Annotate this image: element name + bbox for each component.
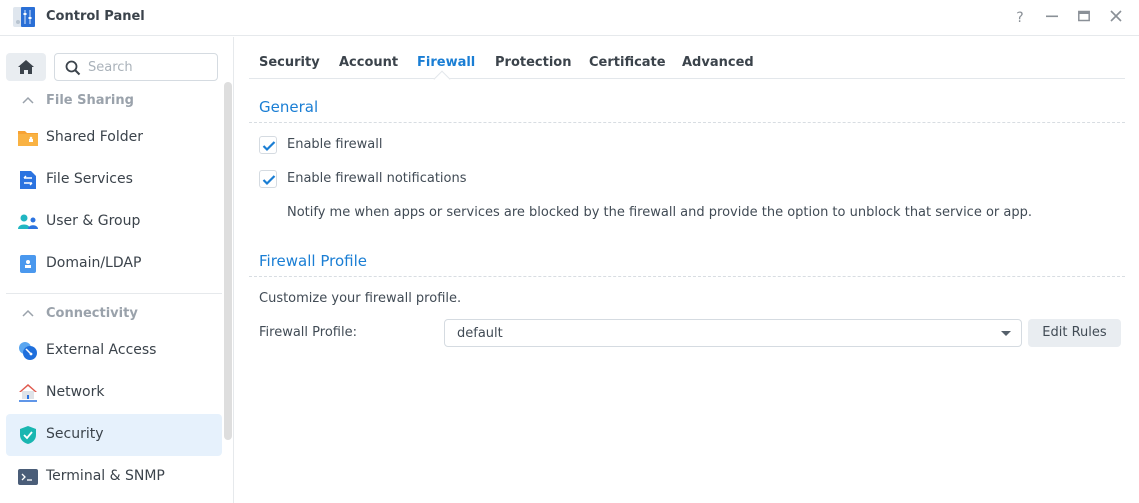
section-title-firewall-profile: Firewall Profile xyxy=(259,252,367,270)
main-panel: Security Account Firewall Protection Cer… xyxy=(235,37,1139,503)
control-panel-icon xyxy=(12,5,36,29)
search-box[interactable] xyxy=(54,53,218,81)
sidebar: File Sharing Shared Folder File Services… xyxy=(0,37,234,503)
section-divider xyxy=(249,276,1125,277)
firewall-profile-label: Firewall Profile: xyxy=(259,325,357,340)
checkmark-icon xyxy=(262,175,276,186)
network-icon xyxy=(18,383,38,403)
active-tab-indicator xyxy=(433,70,451,88)
search-input[interactable] xyxy=(88,58,208,76)
window-title: Control Panel xyxy=(46,9,145,24)
tab-security[interactable]: Security xyxy=(259,55,320,70)
group-header-connectivity[interactable]: Connectivity xyxy=(22,306,138,326)
section-divider xyxy=(249,122,1125,123)
group-label: File Sharing xyxy=(46,93,134,108)
profile-description: Customize your firewall profile. xyxy=(259,291,462,306)
firewall-profile-select[interactable]: default xyxy=(444,319,1022,347)
terminal-icon xyxy=(18,467,38,487)
maximize-icon[interactable] xyxy=(1074,8,1094,28)
sidebar-item-file-services[interactable]: File Services xyxy=(6,159,222,201)
checkbox[interactable] xyxy=(259,136,277,154)
chevron-up-icon xyxy=(22,306,34,321)
tab-advanced[interactable]: Advanced xyxy=(682,55,754,70)
section-title-general: General xyxy=(259,98,319,116)
sidebar-item-user-group[interactable]: User & Group xyxy=(6,201,222,243)
selected-value: default xyxy=(457,326,503,341)
sidebar-divider xyxy=(6,293,222,294)
dropdown-caret-icon xyxy=(1001,331,1011,336)
tab-bar: Security Account Firewall Protection Cer… xyxy=(249,37,1125,88)
shared-folder-icon xyxy=(18,128,38,148)
domain-ldap-icon xyxy=(18,254,38,274)
sidebar-item-shared-folder[interactable]: Shared Folder xyxy=(6,117,222,159)
file-services-icon xyxy=(18,170,38,190)
home-button[interactable] xyxy=(6,53,46,81)
sidebar-item-external-access[interactable]: External Access xyxy=(6,330,222,372)
tab-firewall[interactable]: Firewall xyxy=(417,55,475,70)
security-shield-icon xyxy=(18,425,38,445)
tab-account[interactable]: Account xyxy=(339,55,398,70)
checkbox[interactable] xyxy=(259,170,277,188)
edit-rules-button[interactable]: Edit Rules xyxy=(1028,319,1121,347)
tab-certificate[interactable]: Certificate xyxy=(589,55,666,70)
notifications-description: Notify me when apps or services are bloc… xyxy=(287,205,1032,220)
search-icon xyxy=(65,60,81,76)
sidebar-item-domain-ldap[interactable]: Domain/LDAP xyxy=(6,243,222,285)
help-icon[interactable]: ? xyxy=(1010,8,1030,28)
group-label: Connectivity xyxy=(46,306,138,321)
tab-protection[interactable]: Protection xyxy=(495,55,571,70)
user-group-icon xyxy=(18,212,38,232)
sidebar-scrollbar[interactable] xyxy=(224,82,232,440)
title-bar: Control Panel ? xyxy=(0,0,1139,36)
checkmark-icon xyxy=(262,141,276,152)
sidebar-item-security[interactable]: Security xyxy=(6,414,222,456)
close-icon[interactable] xyxy=(1106,8,1126,28)
minimize-icon[interactable] xyxy=(1042,8,1062,28)
external-access-icon xyxy=(18,341,38,361)
sidebar-item-network[interactable]: Network xyxy=(6,372,222,414)
chevron-up-icon xyxy=(22,93,34,108)
sidebar-item-terminal-snmp[interactable]: Terminal & SNMP xyxy=(6,456,222,498)
group-header-file-sharing[interactable]: File Sharing xyxy=(22,93,134,113)
